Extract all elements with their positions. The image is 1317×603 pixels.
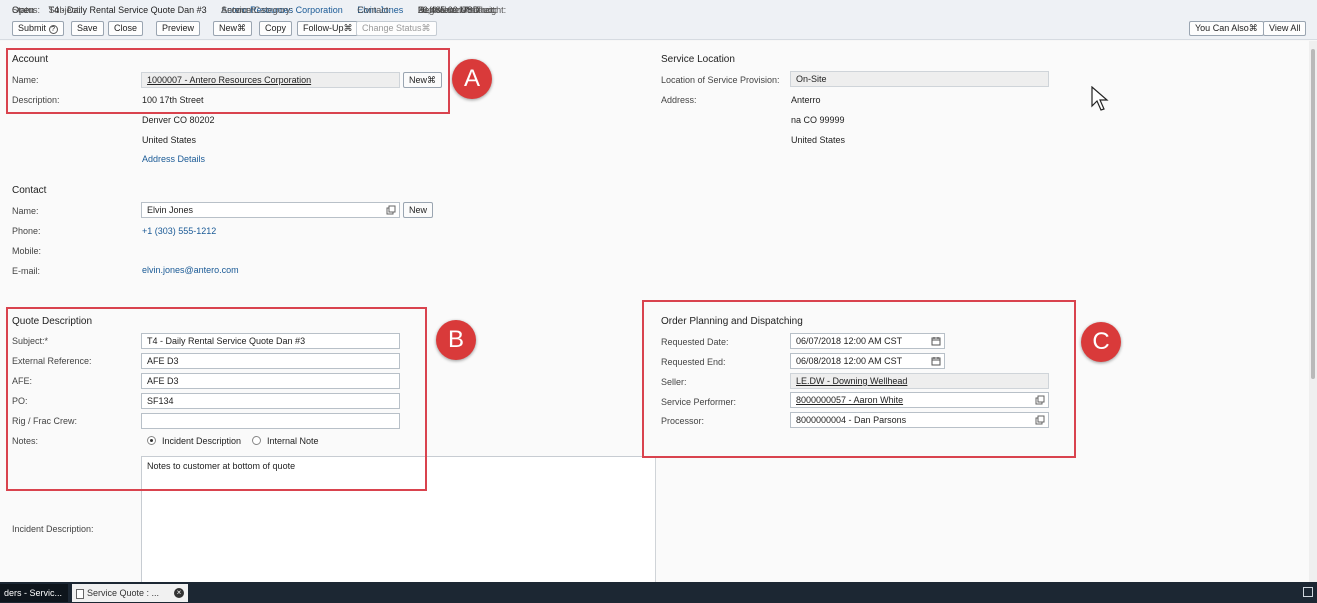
notes-divider (655, 456, 656, 582)
dropdown-icon: ⌘ (237, 23, 247, 33)
status-label: Status: (12, 5, 41, 15)
address-details-link[interactable]: Address Details (142, 154, 205, 164)
status-line: Status: Open Subject: T4 - Daily Rental Se… (12, 5, 506, 15)
contact-label: Contact: (357, 5, 391, 15)
save-button[interactable]: Save (71, 21, 104, 36)
view-all-button[interactable]: View All (1263, 21, 1307, 36)
dropdown-icon: ⌘ (343, 23, 353, 33)
change-status-label: Change Status (362, 23, 422, 33)
taskbar-tab-orders[interactable]: ders - Servic... (0, 584, 68, 602)
email-link[interactable]: elvin.jones@antero.com (142, 265, 239, 275)
annotation-box-c (642, 300, 1076, 458)
net-value-label: Net Value w/o Freight: (417, 5, 507, 15)
submit-button-label: Submit (18, 23, 47, 33)
email-label: E-mail: (12, 266, 41, 276)
phone-label: Phone: (12, 226, 41, 236)
scrollbar-thumb[interactable] (1311, 49, 1315, 379)
contact-name-value: Elvin Jones (147, 205, 194, 215)
follow-up-label: Follow-Up (303, 23, 344, 33)
service-location-title: Service Location (661, 54, 735, 65)
vertical-scrollbar[interactable] (1309, 41, 1317, 582)
service-address-line2: na CO 99999 (791, 115, 845, 125)
account-address-line3: United States (142, 135, 197, 145)
mouse-pointer-icon (1091, 86, 1109, 111)
location-of-service-field[interactable]: On-Site (790, 71, 1049, 87)
service-address-label: Address: (661, 95, 697, 105)
document-icon (76, 588, 84, 599)
service-address-line1: Anterro (791, 95, 821, 105)
mobile-label: Mobile: (12, 246, 42, 256)
value-help-icon[interactable] (386, 205, 396, 215)
window-icon[interactable] (1303, 587, 1313, 597)
annotation-box-b (6, 307, 427, 491)
annotation-badge-c: C (1081, 322, 1121, 362)
phone-link[interactable]: +1 (303) 555-1212 (142, 226, 216, 236)
close-button[interactable]: Close (108, 21, 144, 36)
annotation-badge-a: A (452, 59, 492, 99)
subject-label: Subject: (48, 5, 82, 15)
account-label: Account: (221, 5, 257, 15)
taskbar-tab-label: Service Quote : ... (87, 588, 160, 598)
copy-button[interactable]: Copy (259, 21, 293, 36)
account-address-line2: Denver CO 80202 (142, 115, 215, 125)
dropdown-icon: ⌘ (1248, 23, 1258, 33)
help-icon: ? (48, 25, 58, 34)
dropdown-icon: ⌘ (421, 23, 431, 33)
taskbar-tab-service-quote[interactable]: Service Quote : ... × (72, 584, 188, 602)
preview-button[interactable]: Preview (156, 21, 201, 36)
taskbar: ders - Servic... Service Quote : ... × (0, 582, 1317, 603)
you-can-also-label: You Can Also (1195, 23, 1249, 33)
service-address-line3: United States (791, 135, 846, 145)
contact-name-field[interactable]: Elvin Jones (141, 202, 400, 218)
new-button-label: New (219, 23, 238, 33)
change-status-button[interactable]: Change Status⌘ (356, 21, 437, 36)
follow-up-button[interactable]: Follow-Up⌘ (297, 21, 359, 36)
header-bar: Status: Open Subject: T4 - Daily Rental Se… (0, 0, 1317, 40)
you-can-also-button[interactable]: You Can Also⌘ (1189, 21, 1264, 36)
location-of-service-label: Location of Service Provision: (661, 75, 780, 85)
close-icon[interactable]: × (174, 588, 184, 598)
incident-description-label: Incident Description: (12, 524, 94, 534)
contact-new-button[interactable]: New (403, 202, 434, 218)
submit-button[interactable]: Submit ? (12, 21, 64, 36)
annotation-badge-b: B (436, 320, 476, 360)
annotation-box-a (6, 48, 450, 114)
new-button[interactable]: New⌘ (213, 21, 253, 36)
contact-section-title: Contact (12, 185, 47, 196)
contact-name-label: Name: (12, 206, 39, 216)
